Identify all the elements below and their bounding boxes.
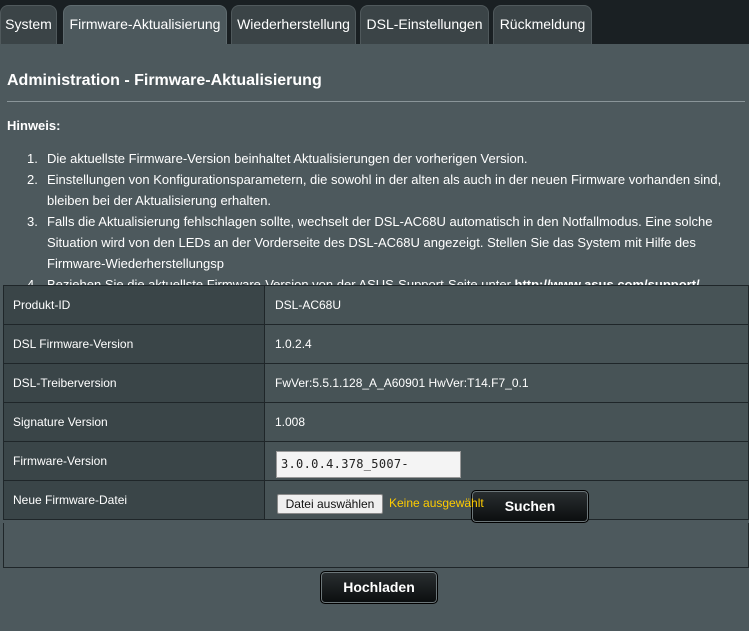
tab-firmware-update[interactable]: Firmware-Aktualisierung — [63, 5, 227, 44]
choose-file-button[interactable]: Datei auswählen — [277, 494, 383, 514]
title-divider — [7, 101, 745, 102]
new-firmware-file-label: Neue Firmware-Datei — [3, 480, 265, 520]
search-button[interactable]: Suchen — [471, 490, 589, 523]
page-title: Administration - Firmware-Aktualisierung — [7, 72, 322, 89]
hint-list: 1. Die aktuellste Firmware-Version beinha… — [27, 148, 727, 295]
dsl-driver-label: DSL-Treiberversion — [3, 363, 265, 403]
firmware-version-label: Firmware-Version — [3, 441, 265, 481]
firmware-info-table: Produkt-ID DSL-AC68U DSL Firmware-Versio… — [3, 285, 749, 520]
table-row: DSL-Treiberversion FwVer:5.5.1.128_A_A60… — [3, 363, 749, 403]
tab-restore[interactable]: Wiederherstellung — [231, 5, 356, 44]
hint-item: 2. Einstellungen von Konfigurationsparame… — [27, 172, 722, 208]
signature-version-value: 1.008 — [264, 402, 749, 442]
tab-dsl-settings[interactable]: DSL-Einstellungen — [360, 5, 489, 44]
product-id-value: DSL-AC68U — [264, 285, 749, 325]
tab-feedback[interactable]: Rückmeldung — [493, 5, 592, 44]
upload-button[interactable]: Hochladen — [320, 571, 438, 604]
dsl-driver-value: FwVer:5.5.1.128_A_A60901 HwVer:T14.F7_0.… — [264, 363, 749, 403]
signature-version-label: Signature Version — [3, 402, 265, 442]
product-id-label: Produkt-ID — [3, 285, 265, 325]
tab-system[interactable]: System — [0, 5, 57, 44]
upload-bar — [3, 523, 749, 568]
tab-bar: System Firmware-Aktualisierung Wiederher… — [0, 0, 749, 44]
dsl-firmware-value: 1.0.2.4 — [264, 324, 749, 364]
table-row: Signature Version 1.008 — [3, 402, 749, 442]
hint-item: 3. Falls die Aktualisierung fehlschlagen … — [27, 214, 713, 271]
dsl-firmware-label: DSL Firmware-Version — [3, 324, 265, 364]
file-status-text: Keine ausgewählt — [389, 496, 484, 510]
table-row: DSL Firmware-Version 1.0.2.4 — [3, 324, 749, 364]
hint-label: Hinweis: — [7, 118, 61, 133]
table-row: Produkt-ID DSL-AC68U — [3, 285, 749, 325]
firmware-version-field[interactable]: 3.0.0.4.378_5007-g32566cc — [276, 451, 461, 478]
hint-item: 1. Die aktuellste Firmware-Version beinha… — [27, 151, 528, 166]
